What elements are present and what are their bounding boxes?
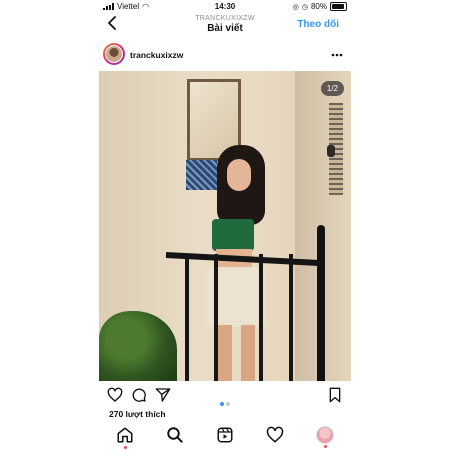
reels-icon xyxy=(217,427,233,443)
photo-railing-bar xyxy=(259,254,263,381)
photo-railing-post xyxy=(317,225,325,381)
post-header: TRANCKUXIXZW Bài viết Theo dõi xyxy=(99,13,351,39)
image-counter-badge: 1/2 xyxy=(320,81,344,96)
home-icon xyxy=(117,427,133,443)
photo-railing-bar xyxy=(289,254,293,381)
tab-reels[interactable] xyxy=(216,426,234,444)
photo-person-top xyxy=(212,219,254,251)
post-action-bar xyxy=(99,383,351,407)
carousel-dot xyxy=(226,402,230,406)
more-icon xyxy=(331,53,343,57)
search-icon xyxy=(167,427,183,443)
tab-profile[interactable] xyxy=(316,426,334,448)
more-options-button[interactable] xyxy=(331,46,343,60)
battery-icon xyxy=(330,2,347,11)
tab-activity[interactable] xyxy=(266,426,284,444)
username-link[interactable]: tranckuxixzw xyxy=(130,50,183,60)
photo-wall-lamp xyxy=(327,145,335,157)
likes-count[interactable]: 270 lượt thích xyxy=(109,409,166,419)
carousel-dot-active xyxy=(220,402,224,406)
photo-person-leg xyxy=(241,325,255,381)
post-image[interactable]: 1/2 xyxy=(99,71,351,381)
tab-search[interactable] xyxy=(166,426,184,444)
location-icon: ◎ xyxy=(292,3,299,11)
status-right: ◎ ◷ 80% xyxy=(293,2,347,11)
bottom-tab-bar xyxy=(99,422,351,450)
photo-blue-tile xyxy=(186,160,217,190)
post-author-row: tranckuxixzw xyxy=(99,41,351,71)
save-button[interactable] xyxy=(327,387,343,403)
activity-icon xyxy=(266,426,284,443)
bookmark-icon xyxy=(329,387,341,403)
notification-dot xyxy=(123,446,127,449)
alarm-icon: ◷ xyxy=(301,3,308,11)
avatar[interactable] xyxy=(103,43,125,65)
notification-dot xyxy=(323,445,327,448)
photo-railing-bar xyxy=(214,254,218,381)
instagram-post-screen: Viettel ◠ 14:30 ◎ ◷ 80% TRANCKUXIXZW Bài… xyxy=(99,0,351,450)
status-bar: Viettel ◠ 14:30 ◎ ◷ 80% xyxy=(99,0,351,13)
photo-person-face xyxy=(227,159,251,191)
photo-railing-bar xyxy=(185,254,189,381)
battery-percent: 80% xyxy=(310,2,327,11)
tab-home[interactable] xyxy=(116,426,134,449)
follow-button[interactable]: Theo dõi xyxy=(297,19,339,30)
photo-person-leg xyxy=(218,325,232,381)
